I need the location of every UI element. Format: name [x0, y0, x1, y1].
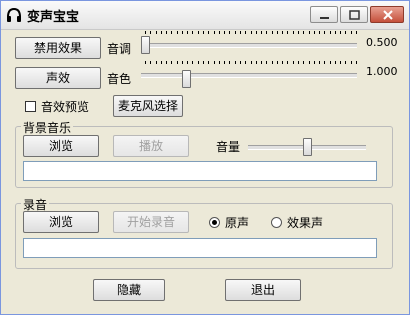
record-browse-button[interactable]: 浏览 [23, 211, 99, 233]
main-window: 变声宝宝 禁用效果 音调 0.500 声效 音色 1.000 音效预览 麦克风选… [0, 0, 410, 315]
pitch-label: 音调 [107, 42, 132, 56]
effect-radio[interactable] [271, 217, 282, 228]
hide-button[interactable]: 隐藏 [93, 279, 165, 301]
pitch-ticks [145, 31, 357, 34]
original-radio[interactable] [209, 217, 220, 228]
bg-music-browse-button[interactable]: 浏览 [23, 135, 99, 157]
preview-checkbox[interactable] [25, 101, 36, 112]
bg-music-path-field[interactable] [23, 161, 377, 181]
pitch-thumb[interactable] [141, 36, 150, 54]
pitch-track [141, 43, 357, 48]
effect-radio-label: 效果声 [287, 216, 324, 230]
timbre-label: 音色 [107, 72, 132, 86]
preview-label: 音效预览 [41, 100, 90, 114]
minimize-button[interactable] [310, 6, 338, 23]
minimize-icon [320, 17, 329, 19]
volume-slider[interactable] [248, 137, 368, 157]
bg-music-play-button[interactable]: 播放 [113, 135, 189, 157]
sound-effect-button[interactable]: 声效 [15, 67, 101, 89]
original-radio-label: 原声 [225, 216, 250, 230]
volume-thumb[interactable] [303, 138, 312, 156]
maximize-button[interactable] [340, 6, 368, 23]
timbre-thumb[interactable] [182, 70, 191, 88]
pitch-slider[interactable] [141, 31, 359, 59]
title-bar[interactable]: 变声宝宝 [1, 1, 409, 30]
timbre-ticks [145, 61, 357, 64]
close-icon [383, 10, 393, 20]
close-button[interactable] [370, 6, 404, 23]
pitch-value: 0.500 [366, 36, 398, 49]
disable-effect-button[interactable]: 禁用效果 [15, 37, 101, 59]
headphones-icon [7, 7, 21, 22]
window-title: 变声宝宝 [27, 10, 80, 25]
timbre-slider[interactable] [141, 61, 359, 89]
start-record-button[interactable]: 开始录音 [113, 211, 189, 233]
maximize-icon [349, 10, 360, 20]
record-path-field[interactable] [23, 238, 377, 258]
volume-label: 音量 [216, 140, 241, 154]
timbre-value: 1.000 [366, 65, 398, 78]
exit-button[interactable]: 退出 [225, 279, 301, 301]
bg-music-title: 背景音乐 [21, 119, 74, 136]
timbre-track [141, 73, 357, 78]
mic-select-button[interactable]: 麦克风选择 [113, 95, 183, 117]
